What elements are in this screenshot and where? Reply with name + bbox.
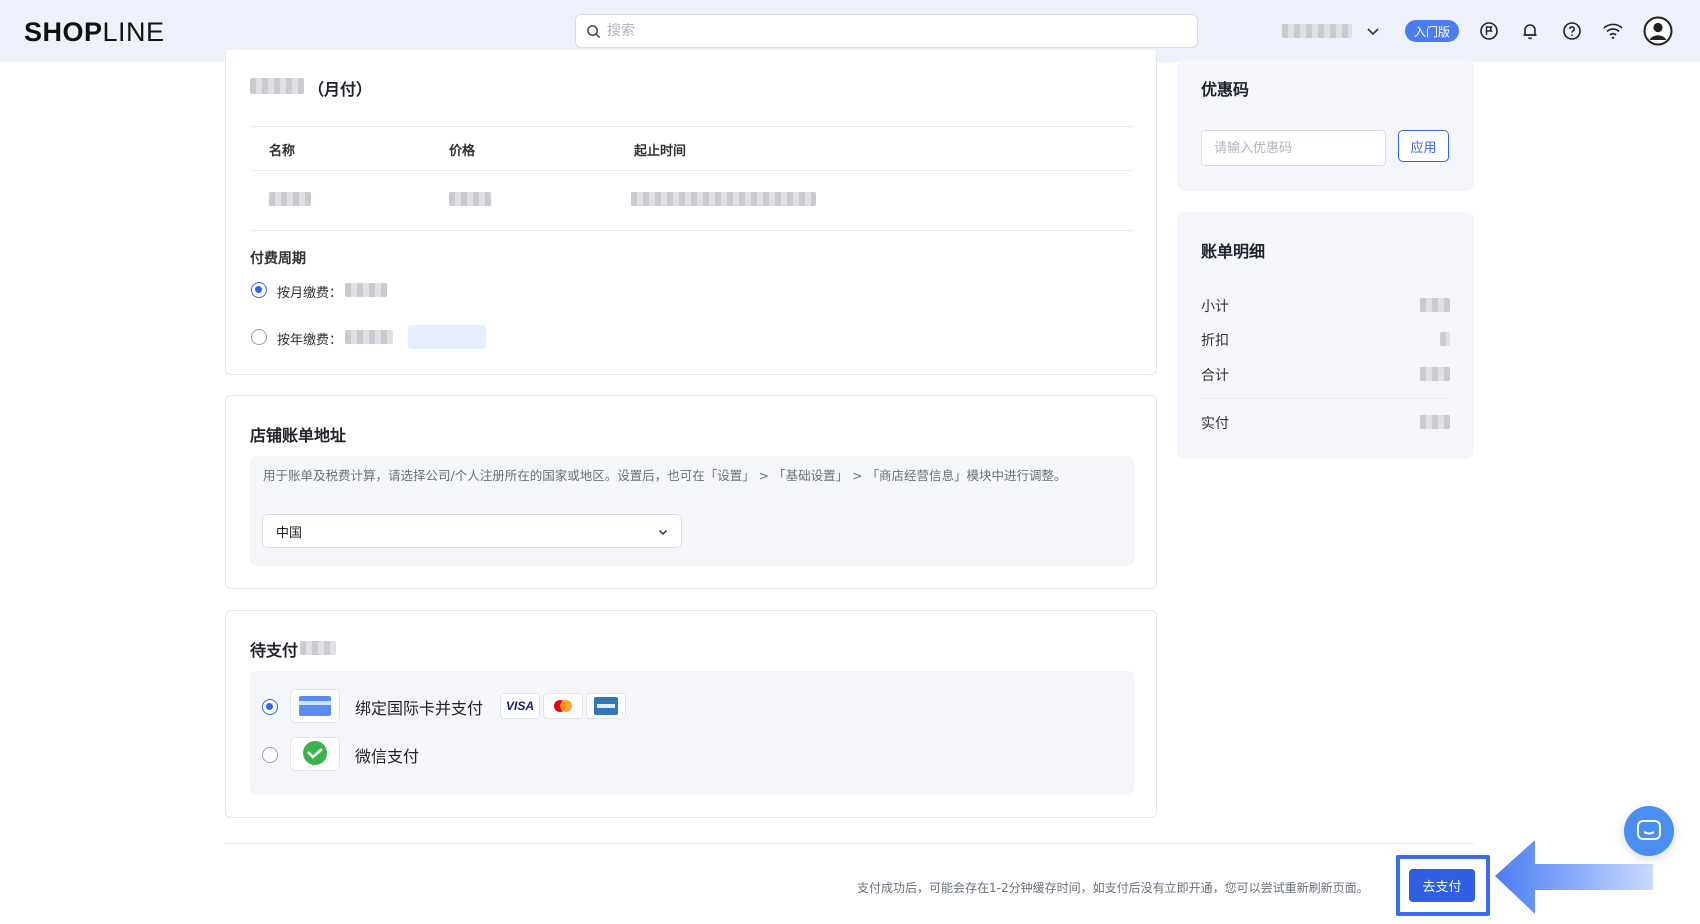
country-select[interactable]: 中国 (262, 514, 682, 548)
plan-item-name-blurred (269, 192, 311, 206)
help-icon[interactable] (1560, 19, 1584, 43)
coupon-panel: 优惠码 应用 (1177, 60, 1474, 191)
search-bar[interactable] (575, 14, 1198, 48)
billing-cycle-title: 付费周期 (250, 251, 306, 267)
divider (250, 126, 1134, 127)
flag-icon[interactable] (1477, 19, 1501, 43)
col-name: 名称 (269, 144, 296, 159)
bill-detail-panel: 账单明细 小计 折扣 合计 实付 (1177, 212, 1474, 459)
paid-label: 实付 (1201, 416, 1229, 432)
divider (250, 170, 1134, 171)
paid-value-blurred (1420, 415, 1450, 429)
plan-title-suffix: （月付） (308, 80, 373, 99)
monthly-price-blurred (345, 283, 387, 297)
american-express-icon (586, 693, 626, 719)
plan-item-period-blurred (631, 192, 816, 206)
wifi-icon[interactable] (1601, 19, 1625, 43)
plan-item-price-blurred (449, 192, 491, 206)
shopline-logo[interactable]: SHOPLINE (24, 17, 165, 48)
subtotal-value-blurred (1420, 298, 1450, 312)
address-box: 用于账单及税费计算，请选择公司/个人注册所在的国家或地区。设置后，也可在「设置」… (250, 456, 1134, 566)
credit-card-icon (290, 689, 340, 723)
col-period: 起止时间 (634, 144, 687, 159)
search-icon (587, 24, 601, 38)
payment-amount-blurred (300, 641, 336, 655)
coupon-title: 优惠码 (1201, 80, 1250, 99)
chat-icon (1637, 820, 1661, 840)
bell-icon[interactable] (1518, 19, 1542, 43)
divider (1201, 398, 1450, 399)
subtotal-label: 小计 (1201, 299, 1229, 315)
wechat-pay-icon (290, 737, 340, 771)
payment-methods-box: 绑定国际卡并支付 VISA 微信支付 (250, 671, 1134, 795)
monthly-radio[interactable] (251, 282, 267, 298)
chevron-down-icon[interactable] (1364, 22, 1382, 40)
chevron-down-icon (658, 529, 668, 536)
bill-detail-title: 账单明细 (1201, 242, 1266, 261)
divider (250, 230, 1134, 231)
payment-panel: 待支付 绑定国际卡并支付 VISA 微信支付 (225, 610, 1157, 818)
discount-label: 折扣 (1201, 333, 1229, 349)
mastercard-icon (543, 693, 583, 719)
payment-title: 待支付 (250, 641, 299, 660)
chat-support-button[interactable] (1624, 806, 1674, 856)
plan-name-blurred (250, 78, 304, 94)
plan-badge[interactable]: 入门版 (1405, 20, 1459, 42)
user-avatar-icon[interactable] (1643, 16, 1673, 46)
wechat-method-label[interactable]: 微信支付 (355, 743, 419, 767)
country-value: 中国 (276, 525, 303, 541)
yearly-radio[interactable] (251, 329, 267, 345)
yearly-discount-tag-blurred (408, 325, 486, 349)
monthly-label[interactable]: 按月缴费： (277, 282, 342, 301)
visa-icon: VISA (500, 693, 540, 719)
search-input[interactable] (607, 23, 1167, 39)
pay-now-button[interactable]: 去支付 (1409, 869, 1475, 902)
total-label: 合计 (1201, 368, 1229, 384)
card-method-label[interactable]: 绑定国际卡并支付 (355, 695, 483, 719)
plan-panel: （月付） 名称 价格 起止时间 付费周期 按月缴费： 按年缴费： (225, 50, 1157, 375)
total-value-blurred (1420, 367, 1450, 381)
discount-value-blurred (1440, 332, 1450, 346)
arrow-left-icon (1495, 840, 1653, 914)
col-price: 价格 (449, 144, 476, 159)
footer-divider (225, 843, 1474, 844)
address-hint: 用于账单及税费计算，请选择公司/个人注册所在的国家或地区。设置后，也可在「设置」… (263, 468, 1067, 483)
yearly-label[interactable]: 按年缴费： (277, 329, 342, 348)
yearly-price-blurred (345, 330, 393, 344)
coupon-input[interactable] (1201, 130, 1386, 166)
card-method-radio[interactable] (262, 699, 278, 715)
store-name-blurred[interactable] (1282, 24, 1352, 38)
billing-address-panel: 店铺账单地址 用于账单及税费计算，请选择公司/个人注册所在的国家或地区。设置后，… (225, 395, 1157, 589)
wechat-method-radio[interactable] (262, 747, 278, 763)
apply-coupon-button[interactable]: 应用 (1398, 130, 1449, 162)
footer-note: 支付成功后，可能会存在1-2分钟缓存时间，如支付后没有立即开通，您可以尝试重新刷… (857, 881, 1369, 895)
billing-address-title: 店铺账单地址 (250, 426, 347, 445)
